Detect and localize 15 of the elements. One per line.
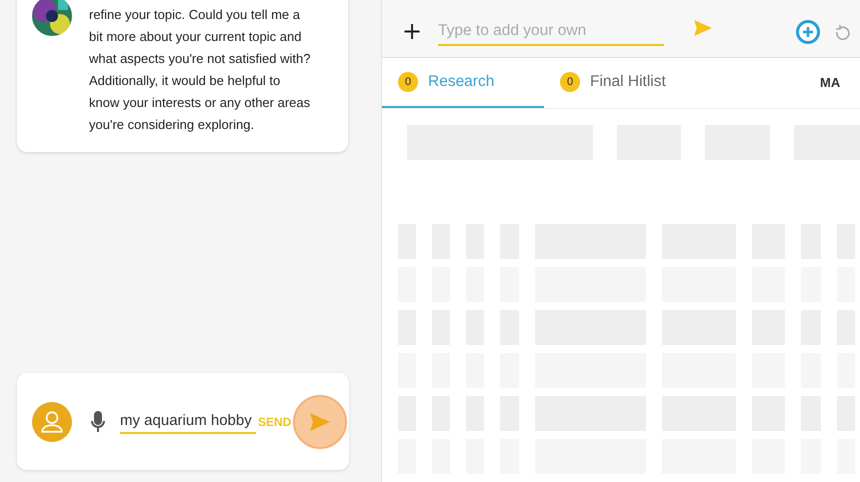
user-icon — [32, 402, 72, 442]
microphone-icon[interactable] — [90, 410, 106, 432]
tab[interactable]: 0 Final Hitlist — [544, 58, 814, 108]
count-badge: 0 — [560, 72, 580, 92]
message-input[interactable]: my aquarium hobby — [120, 410, 256, 434]
tab[interactable]: 0 Research — [382, 58, 544, 108]
count-badge: 0 — [398, 72, 418, 92]
refresh-icon[interactable] — [834, 25, 850, 42]
add-icon[interactable]: + — [402, 19, 418, 44]
add-topic-input[interactable]: Type to add your own — [438, 19, 664, 46]
tab[interactable]: MA — [814, 58, 854, 108]
assistant-message: refine your topic. Could you tell me a bit more about your current topic and what aspects you're not satisfied with? Additionally, it would be helpful to know your interests or any other areas you're considering exploring. — [89, 6, 311, 134]
add-circle-icon[interactable] — [796, 20, 820, 44]
send-icon[interactable] — [694, 20, 712, 36]
send-icon — [310, 412, 330, 430]
